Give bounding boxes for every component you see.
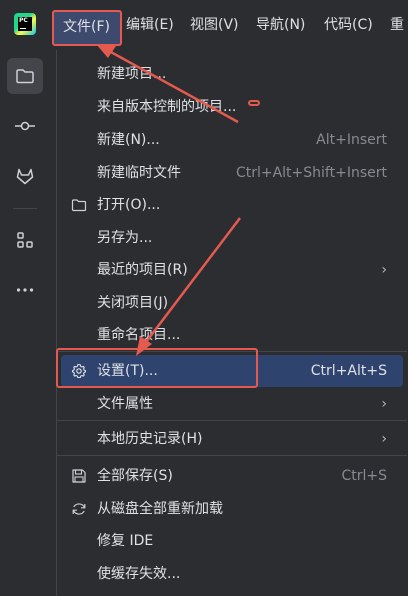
sidebar-gitlab-button[interactable] (7, 158, 43, 194)
pycharm-logo[interactable]: PC (14, 13, 36, 35)
menu-item-new[interactable]: 新建(N)... Alt+Insert (61, 124, 403, 156)
menu-item-new-project[interactable]: 新建项目... (61, 58, 403, 90)
menu-item-label: 新建(N)... (97, 132, 160, 148)
menu-item-label: 来自版本控制的项目... (97, 99, 237, 115)
menu-edit[interactable]: 编辑(E) (126, 14, 174, 36)
menu-item-shortcut: Ctrl+S (341, 468, 387, 484)
annotation-mark (248, 100, 260, 106)
sidebar-divider (13, 208, 37, 209)
reload-icon (72, 503, 86, 515)
menu-bar: PC 文件(F) 编辑(E) 视图(V) 导航(N) 代码(C) 重 (0, 0, 408, 50)
menu-item-reload-all-from-disk[interactable]: 从磁盘全部重新加载 (61, 493, 403, 525)
menu-refactor[interactable]: 重 (390, 14, 404, 36)
sidebar-more-button[interactable] (7, 272, 43, 308)
gitlab-icon (16, 168, 34, 185)
file-menu-dropdown: 新建项目... 来自版本控制的项目... 新建(N)... Alt+Insert… (56, 50, 408, 596)
menu-item-new-scratch-file[interactable]: 新建临时文件 Ctrl+Alt+Shift+Insert (61, 157, 403, 189)
commit-icon (15, 121, 35, 131)
menu-separator (57, 455, 407, 456)
menu-item-project-from-vcs[interactable]: 来自版本控制的项目... (61, 91, 403, 123)
menu-item-shortcut: Alt+Insert (316, 132, 387, 148)
menu-separator (57, 420, 407, 421)
annotation-highlight-box (56, 348, 258, 388)
menu-item-repair-ide[interactable]: 修复 IDE (61, 525, 403, 557)
menu-item-label: 使缓存失效... (97, 566, 181, 582)
menu-item-label: 另存为... (97, 230, 153, 246)
menu-item-shortcut: Ctrl+Alt+S (310, 363, 387, 379)
menu-item-label: 关闭项目(J) (97, 295, 169, 311)
menu-item-save-all[interactable]: 全部保存(S) Ctrl+S (61, 460, 403, 492)
menu-view[interactable]: 视图(V) (190, 14, 239, 36)
folder-icon (71, 199, 87, 212)
menu-code[interactable]: 代码(C) (324, 14, 373, 36)
menu-item-label: 新建项目... (97, 66, 167, 82)
sidebar-project-button[interactable] (7, 58, 43, 94)
menu-item-label: 新建临时文件 (97, 165, 181, 181)
menu-item-label: 本地历史记录(H) (97, 431, 203, 447)
menu-item-open[interactable]: 打开(O)... (61, 189, 403, 221)
menu-item-file-properties[interactable]: 文件属性 › (61, 388, 403, 420)
menu-item-label: 最近的项目(R) (97, 262, 188, 278)
sidebar-structure-button[interactable] (7, 222, 43, 258)
menu-item-rename-project[interactable]: 重命名项目... (61, 319, 403, 351)
menu-item-shortcut: Ctrl+Alt+Shift+Insert (235, 165, 387, 181)
structure-icon (17, 232, 33, 248)
menu-file[interactable]: 文件(F) (52, 10, 122, 46)
save-icon (72, 469, 86, 483)
menu-item-recent-projects[interactable]: 最近的项目(R) › (61, 254, 403, 286)
logo-text: PC (19, 17, 28, 24)
menu-item-label: 从磁盘全部重新加载 (97, 501, 223, 517)
sidebar-commit-button[interactable] (7, 108, 43, 144)
menu-item-close-project[interactable]: 关闭项目(J) (61, 287, 403, 319)
chevron-right-icon: › (381, 396, 387, 412)
folder-icon (16, 69, 34, 84)
menu-item-local-history[interactable]: 本地历史记录(H) › (61, 423, 403, 455)
menu-item-label: 打开(O)... (97, 197, 161, 213)
more-icon (16, 288, 34, 292)
tool-window-sidebar (0, 50, 50, 596)
menu-item-label: 重命名项目... (97, 327, 181, 343)
menu-navigate[interactable]: 导航(N) (256, 14, 305, 36)
menu-item-invalidate-caches[interactable]: 使缓存失效... (61, 558, 403, 590)
menu-item-label: 全部保存(S) (97, 468, 173, 484)
menu-item-label: 文件属性 (97, 396, 153, 412)
menu-item-save-as[interactable]: 另存为... (61, 222, 403, 254)
menu-item-label: 修复 IDE (97, 533, 154, 549)
chevron-right-icon: › (381, 431, 387, 447)
chevron-right-icon: › (381, 262, 387, 278)
